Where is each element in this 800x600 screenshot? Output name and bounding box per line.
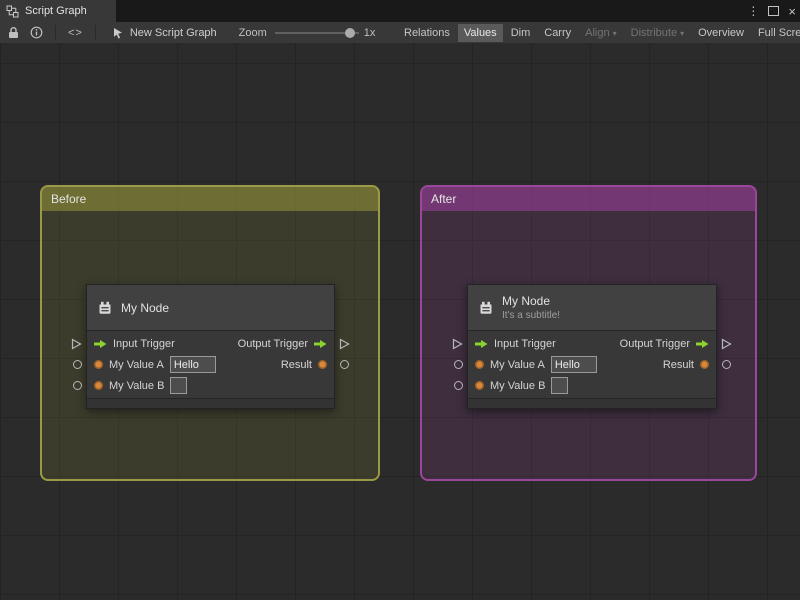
info-icon[interactable] [30, 26, 43, 39]
node-title: My Node [502, 294, 551, 308]
port-label-value-b: My Value B [109, 379, 165, 392]
chevron-down-icon: ▾ [680, 28, 685, 38]
align-label: Align [585, 26, 610, 39]
menu-kebab-icon[interactable]: ⋮ [747, 4, 759, 18]
value-port-icon[interactable] [94, 381, 103, 390]
node-ports: Input Trigger Output Trigger My Value A … [87, 331, 334, 398]
port-label-input-trigger: Input Trigger [494, 337, 556, 350]
value-b-field[interactable] [551, 377, 569, 394]
script-graph-icon [6, 5, 19, 18]
node-subtitle: It's a subtitle! [502, 310, 561, 321]
node-header[interactable]: My Node [87, 285, 334, 331]
value-a-field[interactable] [550, 356, 597, 373]
chevron-down-icon: ▾ [612, 28, 617, 38]
ext-input-trigger-port[interactable] [70, 337, 82, 355]
node-title: My Node [121, 300, 170, 315]
toolbar-separator [94, 25, 96, 40]
node-header[interactable]: My Node It's a subtitle! [468, 285, 716, 331]
port-label-result: Result [662, 358, 694, 371]
flow-arrow-icon[interactable] [94, 339, 107, 349]
zoom-value: 1x [363, 26, 376, 39]
ext-value-b-port[interactable] [73, 381, 82, 390]
ext-output-trigger-port[interactable] [338, 337, 350, 355]
toolbar-separator [55, 25, 56, 40]
ext-input-trigger-port[interactable] [451, 337, 463, 355]
group-before-header[interactable]: Before [42, 187, 378, 211]
zoom-label: Zoom [238, 26, 267, 39]
zoom-slider-knob[interactable] [344, 27, 355, 38]
code-view-icon[interactable]: <> [68, 27, 83, 39]
value-port-icon[interactable] [94, 360, 103, 369]
node-footer [87, 398, 334, 408]
port-label-output-trigger: Output Trigger [237, 337, 308, 350]
node-footer [468, 398, 716, 408]
node-my-node-before[interactable]: My Node Input Trigger Output Trigger My … [86, 284, 335, 409]
tab-bar: Script Graph ⋮ × [0, 0, 800, 22]
ext-output-trigger-port[interactable] [720, 337, 732, 355]
ext-value-a-port[interactable] [73, 360, 82, 369]
window-controls: ⋮ × [747, 0, 796, 22]
value-port-icon[interactable] [475, 360, 484, 369]
overview-button[interactable]: Overview [692, 24, 750, 42]
zoom-slider[interactable] [274, 27, 359, 38]
node-icon [478, 300, 494, 316]
graph-name-label[interactable]: New Script Graph [130, 27, 217, 39]
distribute-label: Distribute [630, 26, 678, 39]
close-icon[interactable]: × [788, 4, 796, 19]
port-label-result: Result [280, 358, 312, 371]
distribute-dropdown[interactable]: Distribute ▾ [625, 24, 690, 42]
value-a-field[interactable] [169, 356, 216, 373]
group-after-header[interactable]: After [422, 187, 755, 211]
ext-result-port[interactable] [722, 360, 731, 369]
ext-result-port[interactable] [340, 360, 349, 369]
carry-button[interactable]: Carry [538, 24, 577, 42]
flow-arrow-icon[interactable] [475, 339, 488, 349]
value-b-field[interactable] [170, 377, 188, 394]
value-port-icon[interactable] [318, 360, 327, 369]
relations-button[interactable]: Relations [398, 24, 456, 42]
port-label-output-trigger: Output Trigger [619, 337, 690, 350]
port-label-value-a: My Value A [490, 358, 545, 371]
toolbar-buttons: Relations Values Dim Carry Align ▾ Distr… [398, 22, 800, 43]
port-label-input-trigger: Input Trigger [113, 337, 175, 350]
value-port-icon[interactable] [700, 360, 709, 369]
maximize-icon[interactable] [768, 6, 780, 16]
toolbar-left: <> New Script Graph Zoom 1x [0, 22, 375, 43]
graph-pointer-icon [112, 27, 124, 39]
script-graph-window: Script Graph ⋮ × <> New Script Graph Zoo… [0, 0, 800, 600]
lock-icon[interactable] [8, 26, 19, 39]
group-title: Before [51, 192, 87, 206]
port-label-value-a: My Value A [109, 358, 164, 371]
align-dropdown[interactable]: Align ▾ [579, 24, 622, 42]
port-label-value-b: My Value B [490, 379, 546, 392]
values-button[interactable]: Values [457, 23, 503, 42]
group-title: After [431, 192, 457, 206]
node-ports: Input Trigger Output Trigger My Value A … [468, 331, 716, 398]
tab-script-graph[interactable]: Script Graph [0, 0, 116, 22]
flow-arrow-icon[interactable] [696, 339, 709, 349]
tab-title: Script Graph [25, 5, 87, 17]
flow-arrow-icon[interactable] [314, 339, 327, 349]
node-icon [97, 300, 113, 316]
ext-value-a-port[interactable] [454, 360, 463, 369]
ext-value-b-port[interactable] [454, 381, 463, 390]
fullscreen-button[interactable]: Full Screen [752, 24, 800, 42]
value-port-icon[interactable] [475, 381, 484, 390]
node-my-node-after[interactable]: My Node It's a subtitle! Input Trigger O… [467, 284, 717, 409]
dim-button[interactable]: Dim [505, 24, 537, 42]
